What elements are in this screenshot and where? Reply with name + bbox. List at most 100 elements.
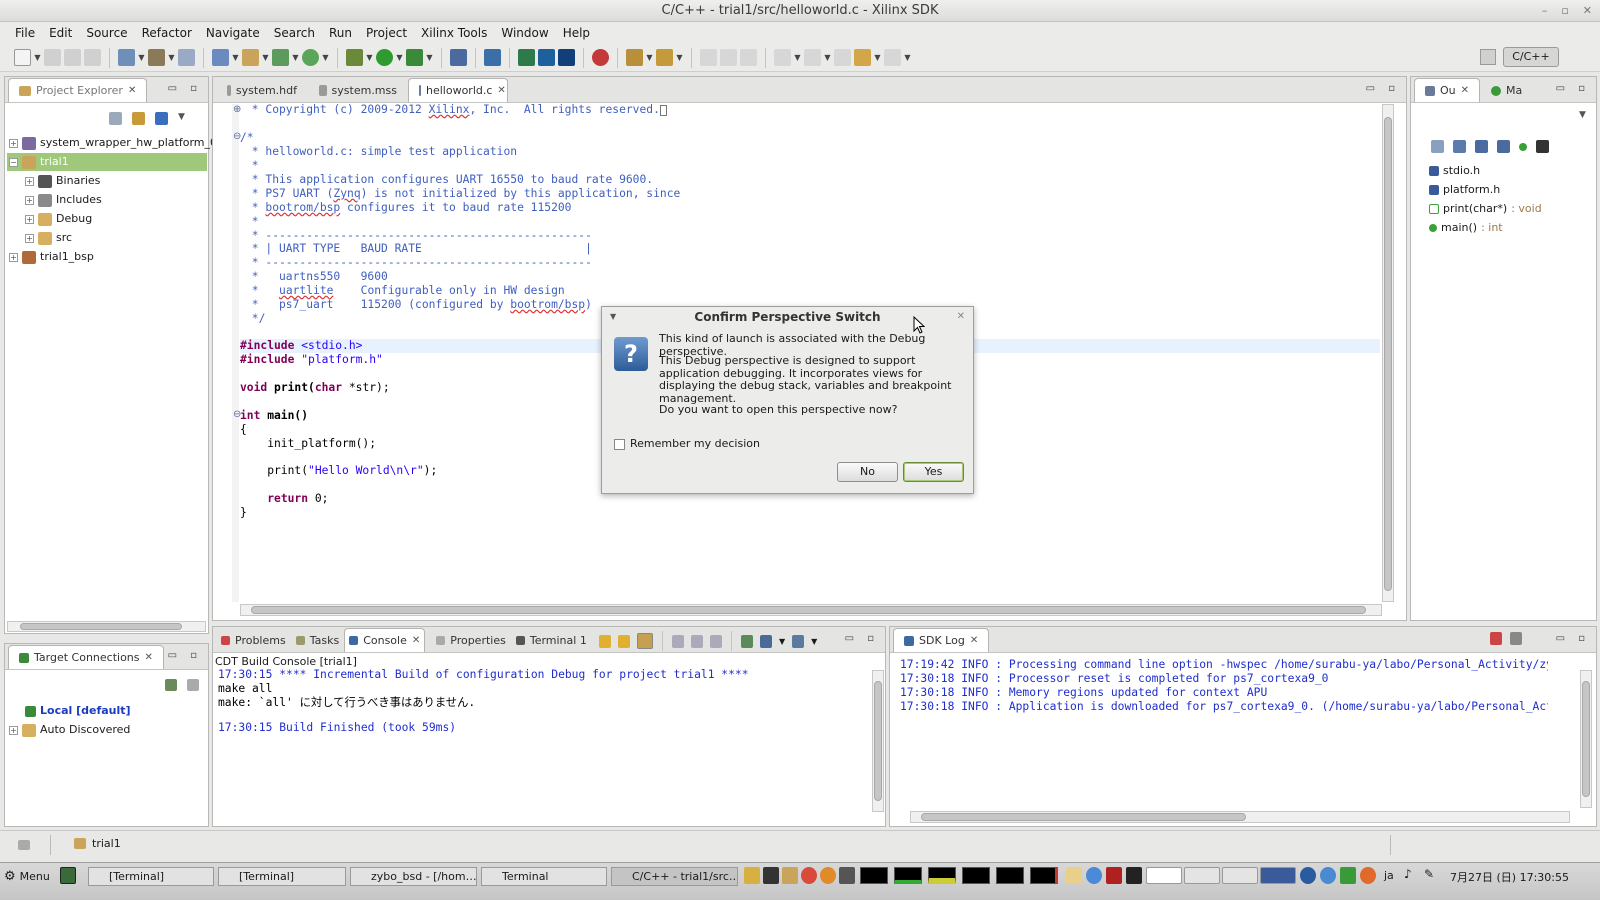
notes-icon[interactable] <box>1066 867 1082 884</box>
workspace-2[interactable] <box>1222 867 1258 884</box>
terminal-launcher-icon[interactable] <box>763 867 779 884</box>
tab-sdk-log[interactable]: SDK Log ✕ <box>893 628 990 652</box>
editor-vscrollbar[interactable] <box>1382 104 1394 602</box>
dropdown-icon[interactable]: ▼ <box>322 49 329 66</box>
clear-console-icon[interactable] <box>691 634 703 648</box>
tree-item-trial1-bsp[interactable]: + trial1_bsp <box>9 248 94 266</box>
task-terminal-2[interactable]: [Terminal] <box>218 867 346 886</box>
pin-console-icon[interactable] <box>741 634 753 648</box>
save-all-icon[interactable] <box>64 49 81 66</box>
scroll-thumb[interactable] <box>874 681 882 801</box>
ubuntu-one-icon[interactable] <box>1360 867 1376 884</box>
check-icon[interactable] <box>1340 867 1356 884</box>
log-vscrollbar[interactable] <box>1580 670 1592 808</box>
workspace-3[interactable] <box>1260 867 1296 884</box>
scroll-thumb[interactable] <box>921 813 1246 821</box>
run-icon[interactable] <box>376 49 393 66</box>
toggle-mark-icon[interactable] <box>700 49 717 66</box>
view-min-max-icon[interactable]: ▭ ▫ <box>1366 83 1400 94</box>
expand-icon[interactable]: + <box>25 233 34 243</box>
close-icon[interactable]: ✕ <box>497 85 505 96</box>
show-whitespace-icon[interactable] <box>740 49 757 66</box>
dropdown-icon[interactable]: ▼ <box>138 49 145 66</box>
outline-item-print[interactable]: print(char*) : void <box>1429 200 1542 218</box>
editor-hscrollbar[interactable] <box>240 604 1382 616</box>
home-launcher-icon[interactable] <box>839 867 855 884</box>
input-language[interactable]: ja <box>1384 869 1394 882</box>
hammer-icon[interactable] <box>148 49 165 66</box>
export-log-icon[interactable] <box>1510 632 1522 645</box>
display-console-icon[interactable] <box>760 634 772 648</box>
tree-item-binaries[interactable]: + Binaries <box>25 172 100 190</box>
firefox-launcher-icon[interactable] <box>820 867 836 884</box>
tab-properties[interactable]: Properties <box>431 628 511 652</box>
build-config-icon[interactable] <box>118 49 135 66</box>
remember-decision-checkbox[interactable] <box>614 439 625 450</box>
dropdown-icon[interactable]: ▼ <box>646 49 653 66</box>
outline-item-main[interactable]: main() : int <box>1429 219 1503 237</box>
outline-item-platform[interactable]: platform.h <box>1429 181 1500 199</box>
fold-expand-icon[interactable]: ⊕ <box>233 104 241 115</box>
hide-fields-icon[interactable] <box>1475 140 1488 153</box>
scroll-thumb[interactable] <box>1582 681 1590 797</box>
outline-item-stdio[interactable]: stdio.h <box>1429 162 1480 180</box>
files-launcher-icon[interactable] <box>782 867 798 884</box>
collapse-all-icon[interactable] <box>1431 140 1444 153</box>
scroll-thumb[interactable] <box>20 623 182 630</box>
scroll-lock-icon[interactable] <box>637 633 653 649</box>
expand-icon[interactable]: + <box>9 138 18 148</box>
menu-edit[interactable]: Edit <box>42 26 79 40</box>
explorer-hscrollbar[interactable] <box>7 621 206 632</box>
close-button[interactable]: ✕ <box>1583 0 1592 22</box>
expand-icon[interactable]: + <box>25 195 34 205</box>
menu-source[interactable]: Source <box>79 26 134 40</box>
tab-helloworld-c[interactable]: helloworld.c ✕ <box>408 78 508 102</box>
chrome-tray-icon[interactable] <box>1086 867 1102 884</box>
debug-icon[interactable] <box>346 49 363 66</box>
menu-window[interactable]: Window <box>494 26 555 40</box>
network-icon[interactable] <box>1300 867 1316 884</box>
dropdown-icon[interactable]: ▼ <box>426 49 433 66</box>
app-launcher-icon[interactable] <box>744 867 760 884</box>
tree-item-src[interactable]: + src <box>25 229 72 247</box>
copy-build-log-icon[interactable] <box>672 634 684 648</box>
task-xilinx-sdk[interactable]: C/C++ - trial1/src… <box>611 867 738 886</box>
tab-system-mss[interactable]: system.mss <box>308 78 408 102</box>
volume-icon[interactable]: ♪ <box>1404 867 1412 881</box>
open-type-icon[interactable] <box>626 49 643 66</box>
expand-icon[interactable]: + <box>9 725 18 735</box>
pen-icon[interactable]: ✎ <box>1424 867 1434 881</box>
tab-problems[interactable]: Problems <box>216 628 291 652</box>
dropdown-icon[interactable]: ▼ <box>811 637 817 646</box>
show-desktop-icon[interactable] <box>60 867 76 884</box>
workspace-1[interactable] <box>1184 867 1220 884</box>
forward-icon[interactable] <box>884 49 901 66</box>
program-fpga-icon[interactable] <box>518 49 535 66</box>
clear-log-icon[interactable] <box>1490 632 1502 645</box>
tree-item-system-wrapper[interactable]: + system_wrapper_hw_platform_0 <box>9 134 217 152</box>
tab-target-connections[interactable]: Target Connections ✕ <box>8 645 164 669</box>
tree-item-debug[interactable]: + Debug <box>25 210 92 228</box>
terminal-icon[interactable] <box>484 49 501 66</box>
dropdown-icon[interactable]: ▼ <box>262 49 269 66</box>
tab-tasks[interactable]: Tasks <box>291 628 344 652</box>
close-icon[interactable]: ✕ <box>412 635 420 646</box>
save-icon[interactable] <box>44 49 61 66</box>
hide-nonpublic-icon[interactable] <box>1519 143 1527 151</box>
sdk-tray-icon[interactable] <box>1106 867 1122 884</box>
menu-xilinx-tools[interactable]: Xilinx Tools <box>414 26 494 40</box>
new-project-icon[interactable] <box>212 49 229 66</box>
launch-shell-icon[interactable] <box>558 49 575 66</box>
new-connection-icon[interactable] <box>165 679 177 691</box>
menu-project[interactable]: Project <box>359 26 414 40</box>
collapse-icon[interactable]: − <box>9 157 18 167</box>
view-min-max-icon[interactable]: ▭ ▫ <box>168 650 202 661</box>
expand-icon[interactable]: + <box>25 214 34 224</box>
last-edit-icon[interactable] <box>834 49 851 66</box>
print-icon[interactable] <box>84 49 101 66</box>
new-folder-icon[interactable] <box>242 49 259 66</box>
console-vscrollbar[interactable] <box>872 670 884 812</box>
open-console-icon[interactable] <box>792 634 805 648</box>
expand-icon[interactable]: + <box>9 252 18 262</box>
log-hscrollbar[interactable] <box>910 811 1570 823</box>
